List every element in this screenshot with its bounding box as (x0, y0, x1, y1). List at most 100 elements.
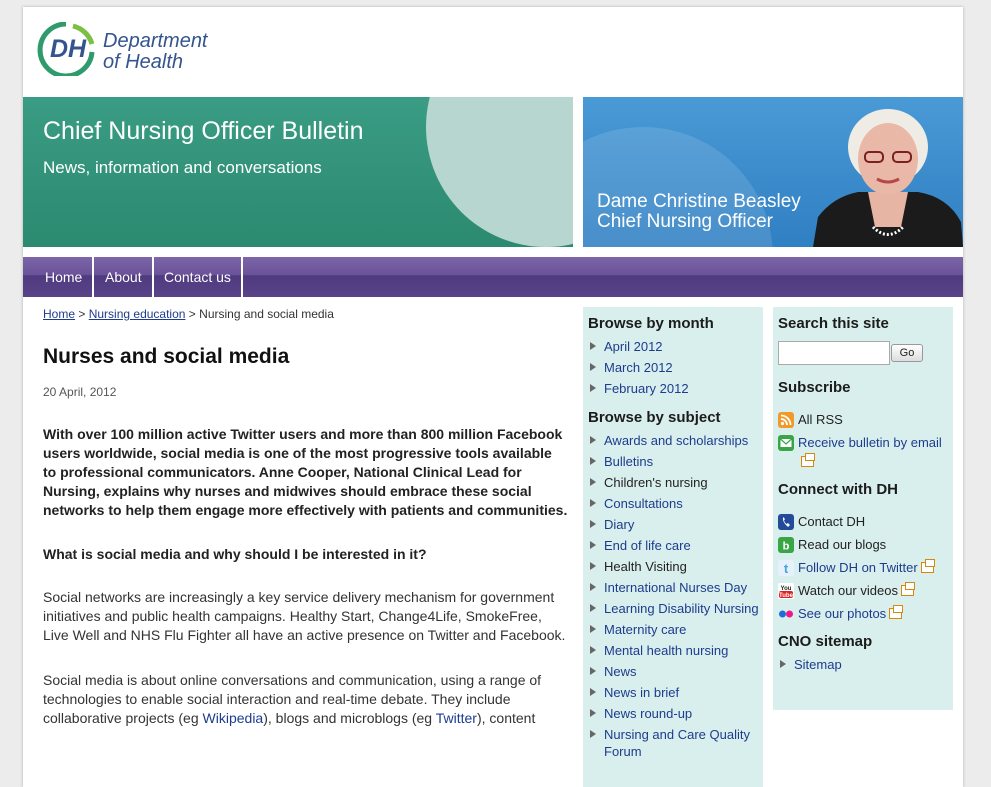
subject-link[interactable]: Bulletins (583, 453, 763, 470)
twitter-link[interactable]: Twitter (436, 710, 477, 726)
publish-date: 20 April, 2012 (43, 385, 117, 399)
subject-link[interactable]: Children's nursing (583, 474, 763, 491)
external-window-icon (920, 559, 935, 573)
search-heading: Search this site (778, 315, 889, 332)
subject-label: End of life care (604, 538, 691, 553)
subject-link[interactable]: News in brief (583, 684, 763, 701)
sitemap-label: Sitemap (794, 657, 842, 672)
subject-link[interactable]: News round-up (583, 705, 763, 722)
arrow-right-icon (590, 520, 596, 528)
email-icon (778, 435, 794, 451)
subject-label: News (604, 664, 637, 679)
page: DH Department of Health Chief Nursing Of… (23, 7, 963, 787)
main-content: Home > Nursing education > Nursing and s… (43, 307, 568, 728)
subject-link[interactable]: Learning Disability Nursing (583, 600, 763, 617)
connect-heading: Connect with DH (778, 481, 898, 498)
month-label: April 2012 (604, 339, 663, 354)
month-link[interactable]: April 2012 (583, 338, 763, 355)
subject-link[interactable]: Nursing and Care Quality Forum (583, 726, 763, 760)
search-input[interactable] (778, 341, 890, 365)
portrait-photo (813, 109, 963, 247)
nav-home[interactable]: Home (35, 257, 95, 297)
blogs-link[interactable]: b Read our blogs (778, 535, 953, 554)
sitemap-heading: CNO sitemap (778, 633, 873, 650)
connect-list: Contact DH b Read our blogs t Follow DH … (778, 512, 953, 623)
subject-link[interactable]: International Nurses Day (583, 579, 763, 596)
arrow-right-icon (590, 499, 596, 507)
subject-label: International Nurses Day (604, 580, 748, 595)
videos-link[interactable]: You Tube Watch our videos (778, 581, 953, 600)
dh-logo[interactable]: DH Department of Health (37, 21, 217, 81)
cno-role: Chief Nursing Officer (597, 211, 773, 232)
breadcrumb-sep: > (188, 307, 196, 321)
month-label: February 2012 (604, 381, 689, 396)
twitter-icon: t (778, 560, 794, 576)
contact-dh-link[interactable]: Contact DH (778, 512, 953, 531)
subject-link[interactable]: Awards and scholarships (583, 432, 763, 449)
email-subscribe-link[interactable]: Receive bulletin by email (778, 433, 953, 471)
blogs-label: Read our blogs (798, 537, 887, 552)
subscribe-heading: Subscribe (778, 379, 851, 396)
arrow-right-icon (590, 342, 596, 350)
utility-sidebar: Search this site Go Subscribe All RSS Re… (773, 307, 953, 710)
external-window-icon (889, 605, 904, 619)
subject-label: Nursing and Care Quality Forum (604, 727, 750, 759)
arrow-right-icon (590, 541, 596, 549)
arrow-right-icon (590, 625, 596, 633)
nav-about[interactable]: About (95, 257, 154, 297)
subject-label: Awards and scholarships (604, 433, 749, 448)
breadcrumb-parent[interactable]: Nursing education (89, 307, 186, 321)
nav-contact-us[interactable]: Contact us (154, 257, 243, 297)
subject-label: Learning Disability Nursing (604, 601, 759, 616)
breadcrumb-current: Nursing and social media (199, 307, 334, 321)
sitemap-link[interactable]: Sitemap (773, 656, 953, 673)
svg-text:b: b (783, 541, 790, 553)
breadcrumb-home[interactable]: Home (43, 307, 75, 321)
photos-link[interactable]: See our photos (778, 604, 953, 623)
youtube-icon: YouTube (778, 583, 794, 599)
external-window-icon (801, 453, 815, 467)
arrow-right-icon (590, 457, 596, 465)
article-paragraph: Social media is about online conversatio… (43, 671, 568, 728)
subject-label: Consultations (604, 496, 683, 511)
article-subheading: What is social media and why should I be… (43, 546, 427, 562)
dh-logo-text: Department of Health (103, 31, 208, 73)
cno-name: Dame Christine Beasley (597, 191, 801, 212)
browse-subject-heading: Browse by subject (588, 409, 721, 426)
subject-link[interactable]: Consultations (583, 495, 763, 512)
rss-link[interactable]: All RSS (778, 410, 953, 429)
blog-icon: b (778, 537, 794, 553)
arrow-right-icon (780, 660, 786, 668)
subject-link[interactable]: Diary (583, 516, 763, 533)
search-go-button[interactable]: Go (891, 344, 923, 362)
flickr-icon (779, 610, 793, 618)
svg-text:t: t (784, 561, 789, 576)
subject-link[interactable]: Mental health nursing (583, 642, 763, 659)
logo-line2: of Health (103, 51, 184, 73)
subject-link[interactable]: Health Visiting (583, 558, 763, 575)
twitter-follow-link[interactable]: t Follow DH on Twitter (778, 558, 953, 577)
subject-label: Maternity care (604, 622, 687, 637)
page-title: Nurses and social media (43, 345, 290, 368)
site-title: Chief Nursing Officer Bulletin (43, 117, 364, 145)
arrow-right-icon (590, 646, 596, 654)
arrow-right-icon (590, 688, 596, 696)
subject-link[interactable]: News (583, 663, 763, 680)
browse-month-heading: Browse by month (588, 315, 714, 332)
wikipedia-link[interactable]: Wikipedia (203, 710, 264, 726)
banner-person-panel: Dame Christine Beasley Chief Nursing Off… (583, 97, 963, 247)
main-nav: Home About Contact us (23, 257, 963, 297)
subject-link[interactable]: End of life care (583, 537, 763, 554)
subscribe-list: All RSS Receive bulletin by email (778, 410, 953, 471)
subject-label: News round-up (604, 706, 693, 721)
subject-link[interactable]: Maternity care (583, 621, 763, 638)
arrow-right-icon (590, 384, 596, 392)
browse-month-list: April 2012 March 2012 February 2012 (583, 338, 763, 397)
month-link[interactable]: March 2012 (583, 359, 763, 376)
phone-icon (778, 514, 794, 530)
breadcrumb-sep: > (78, 307, 86, 321)
month-link[interactable]: February 2012 (583, 380, 763, 397)
subject-label: Children's nursing (604, 475, 708, 490)
para-text: ), content (476, 710, 536, 726)
arrow-right-icon (590, 604, 596, 612)
